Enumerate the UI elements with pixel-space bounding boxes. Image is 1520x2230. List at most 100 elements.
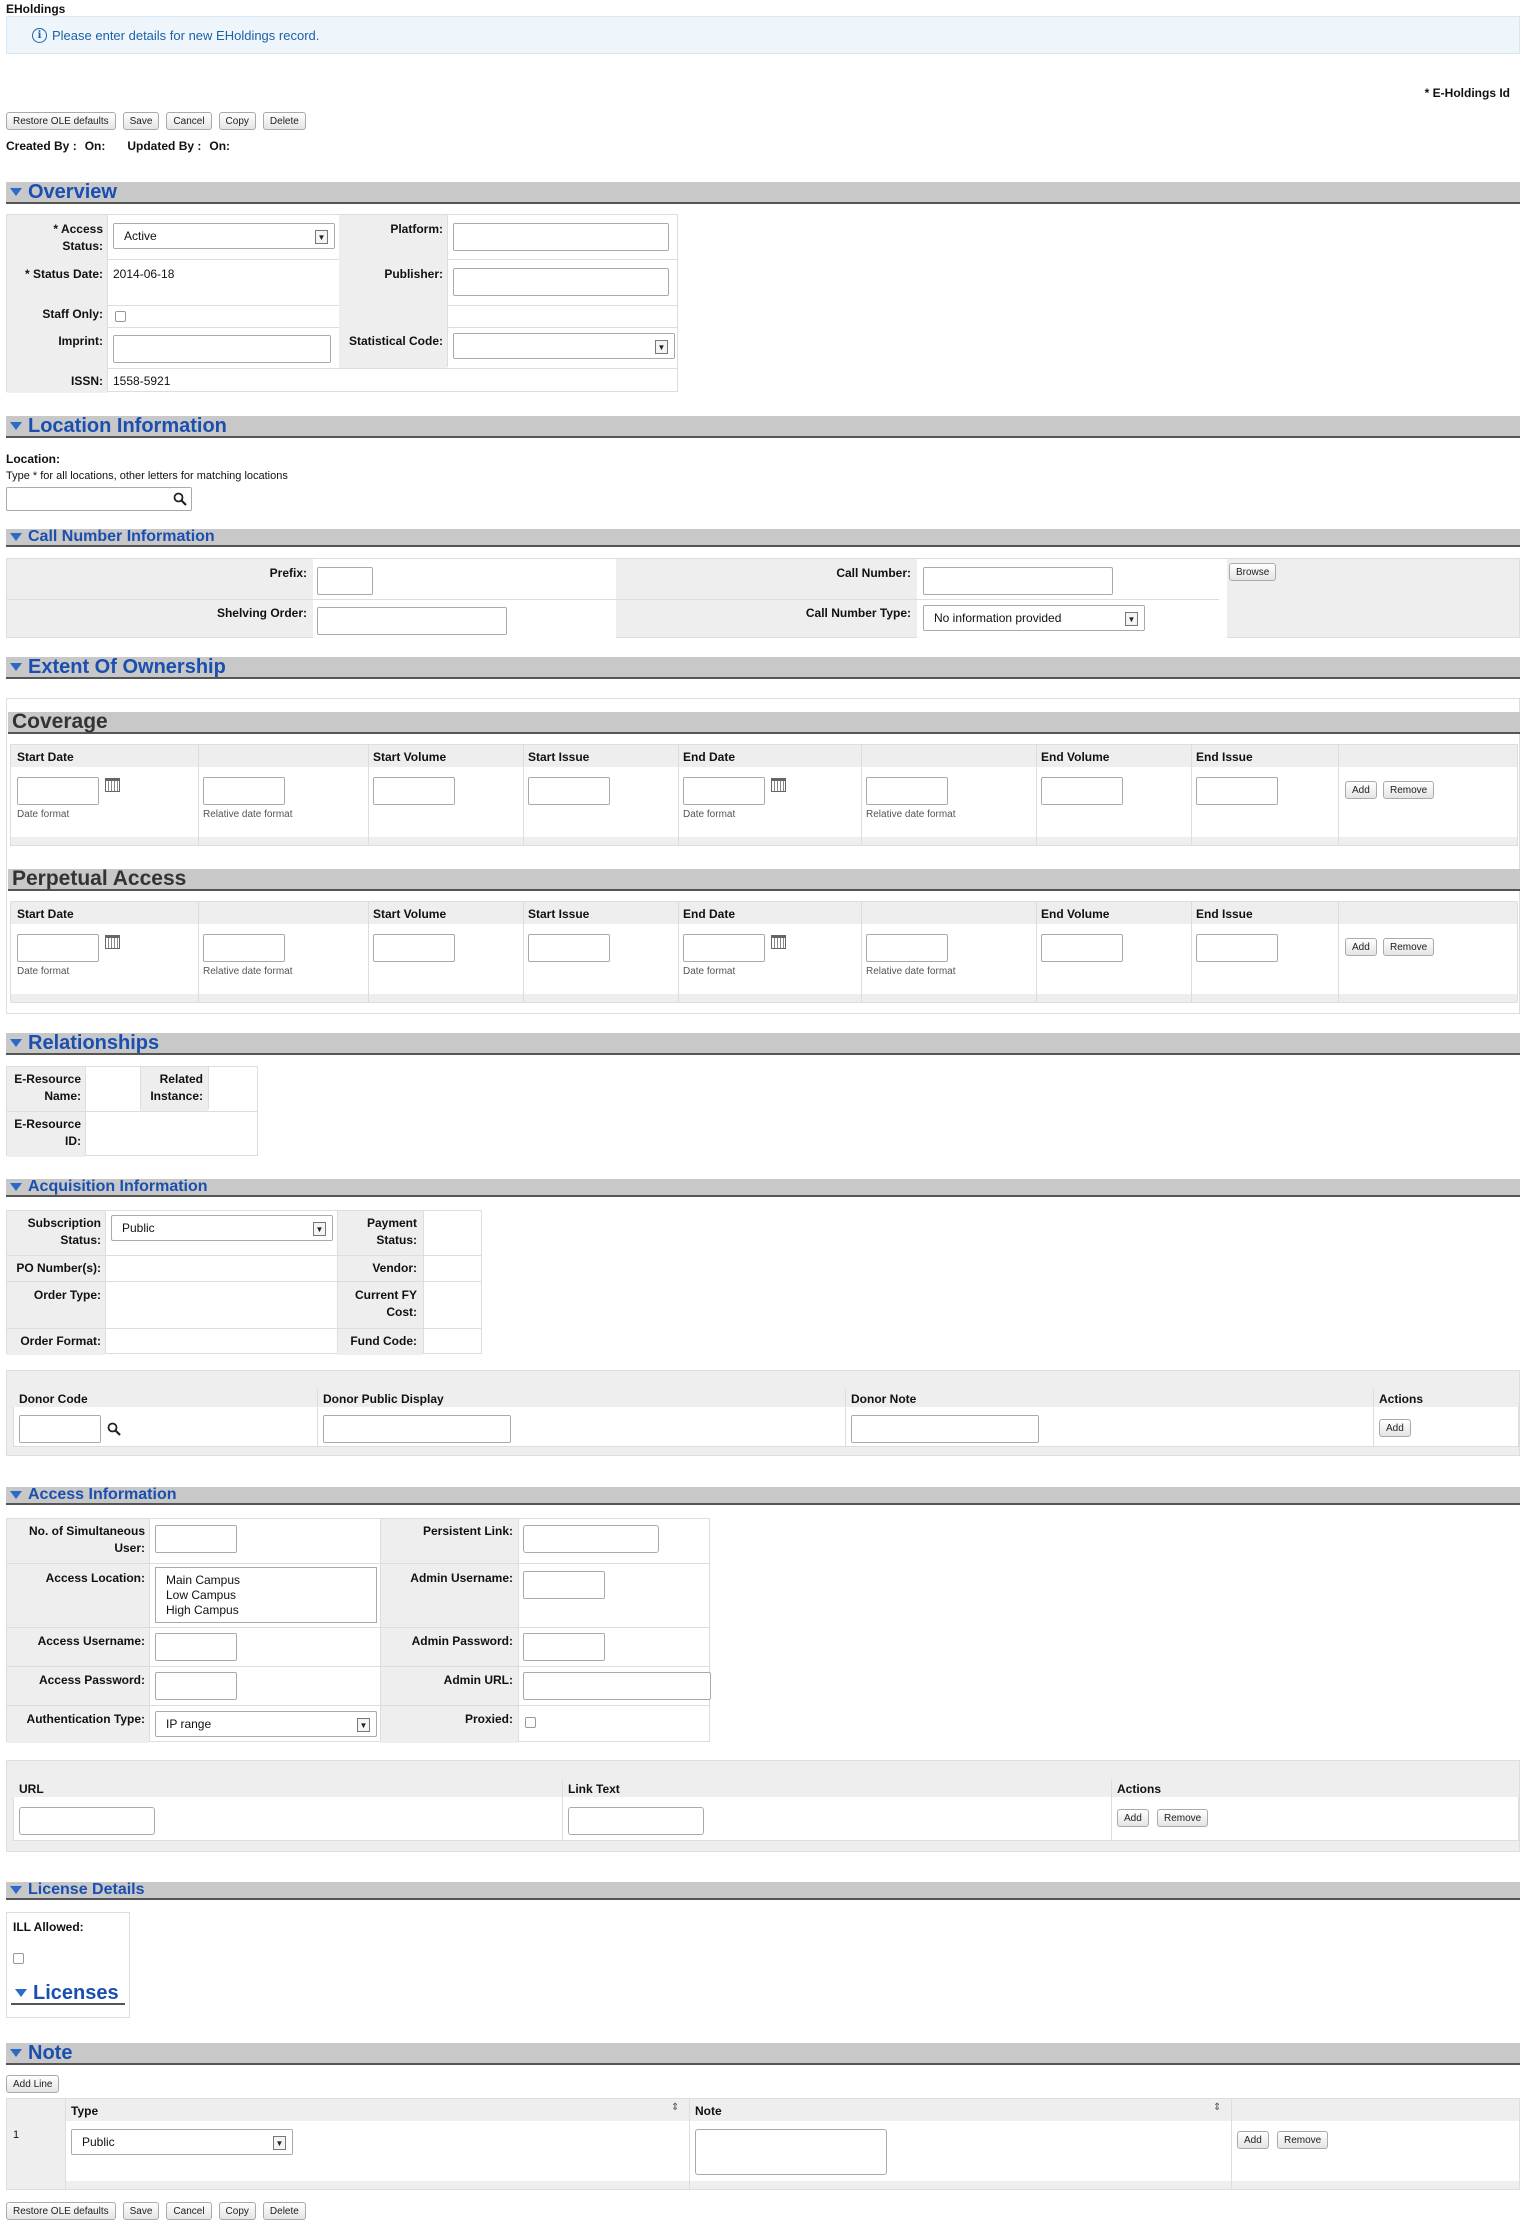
sort-icon[interactable]: ⇕: [1213, 2102, 1221, 2113]
staff-only-checkbox[interactable]: [115, 311, 126, 322]
info-banner: i Please enter details for new EHoldings…: [6, 16, 1520, 54]
admin-password-input[interactable]: [523, 1633, 605, 1661]
coverage-end-volume-input[interactable]: [1041, 777, 1123, 805]
shelving-order-label: Shelving Order:: [216, 606, 307, 620]
perpetual-remove-button[interactable]: Remove: [1383, 938, 1435, 956]
perpetual-start-volume-input[interactable]: [373, 934, 455, 962]
note-remove-button[interactable]: Remove: [1277, 2131, 1329, 2149]
calendar-icon[interactable]: [771, 778, 786, 792]
add-line-button[interactable]: Add Line: [6, 2075, 60, 2093]
access-location-option[interactable]: Main Campus: [166, 1573, 366, 1588]
perpetual-end-date-input[interactable]: [683, 934, 765, 962]
coverage-remove-button[interactable]: Remove: [1383, 781, 1435, 799]
restore-defaults-button[interactable]: Restore OLE defaults: [6, 2202, 116, 2220]
coverage-start-volume-input[interactable]: [373, 777, 455, 805]
prefix-input[interactable]: [317, 567, 373, 595]
coverage-add-button[interactable]: Add: [1345, 781, 1377, 799]
access-section-header[interactable]: Access Information: [6, 1486, 1520, 1505]
platform-input[interactable]: [453, 223, 669, 251]
callnumber-section-header[interactable]: Call Number Information: [6, 528, 1520, 547]
admin-url-input[interactable]: [523, 1672, 711, 1700]
authentication-type-select[interactable]: IP range ▼: [155, 1711, 377, 1737]
overview-section-header[interactable]: Overview: [6, 181, 1520, 204]
subscription-status-select[interactable]: Public ▼: [111, 1215, 333, 1241]
simultaneous-user-input[interactable]: [155, 1525, 237, 1553]
copy-button[interactable]: Copy: [218, 2202, 256, 2220]
callnumber-panel: Prefix: Call Number: Browse Shelving Ord…: [6, 558, 1520, 639]
publisher-input[interactable]: [453, 268, 669, 296]
note-add-button[interactable]: Add: [1237, 2131, 1269, 2149]
browse-button[interactable]: Browse: [1229, 563, 1277, 581]
perpetual-start-issue-input[interactable]: [528, 934, 610, 962]
collapse-triangle-icon: [15, 1989, 27, 1997]
note-textarea[interactable]: [695, 2129, 887, 2175]
note-note-col[interactable]: Note: [695, 2104, 722, 2118]
donor-public-input[interactable]: [323, 1415, 511, 1443]
note-section-header[interactable]: Note: [6, 2042, 1520, 2065]
donor-panel: Donor Code Donor Public Display Donor No…: [6, 1370, 1520, 1456]
note-type-col[interactable]: Type: [71, 2104, 98, 2118]
save-button[interactable]: Save: [122, 112, 160, 130]
calendar-icon[interactable]: [105, 935, 120, 949]
license-section-header[interactable]: License Details: [6, 1881, 1520, 1900]
coverage-end-relative-input[interactable]: [866, 777, 948, 805]
access-location-option[interactable]: Low Campus: [166, 1588, 366, 1603]
licenses-subheader[interactable]: Licenses: [11, 1982, 125, 2005]
proxied-checkbox[interactable]: [525, 1717, 536, 1728]
shelving-order-input[interactable]: [317, 607, 507, 635]
perpetual-end-volume-input[interactable]: [1041, 934, 1123, 962]
sort-icon[interactable]: ⇕: [671, 2102, 679, 2113]
call-number-type-select[interactable]: No information provided ▼: [923, 605, 1145, 631]
coverage-start-relative-input[interactable]: [203, 777, 285, 805]
admin-username-input[interactable]: [523, 1571, 605, 1599]
coverage-start-issue-input[interactable]: [528, 777, 610, 805]
relationships-section-header[interactable]: Relationships: [6, 1032, 1520, 1055]
cancel-button[interactable]: Cancel: [166, 2202, 212, 2220]
statistical-code-select[interactable]: ▼: [453, 333, 675, 359]
issn-value: 1558-5921: [113, 374, 171, 388]
url-remove-button[interactable]: Remove: [1157, 1809, 1209, 1827]
dropdown-arrow-icon: ▼: [655, 340, 668, 354]
calendar-icon[interactable]: [771, 935, 786, 949]
donor-note-input[interactable]: [851, 1415, 1039, 1443]
perpetual-start-date-input[interactable]: [17, 934, 99, 962]
delete-button[interactable]: Delete: [262, 112, 306, 130]
search-icon[interactable]: [107, 1422, 121, 1436]
access-username-input[interactable]: [155, 1633, 237, 1661]
restore-defaults-button[interactable]: Restore OLE defaults: [6, 112, 116, 130]
location-input[interactable]: [6, 487, 192, 511]
coverage-end-issue-input[interactable]: [1196, 777, 1278, 805]
copy-button[interactable]: Copy: [218, 112, 256, 130]
calendar-icon[interactable]: [105, 778, 120, 792]
ill-allowed-checkbox[interactable]: [13, 1953, 24, 1964]
call-number-input[interactable]: [923, 567, 1113, 595]
access-location-option[interactable]: High Campus: [166, 1603, 366, 1618]
perpetual-end-issue-input[interactable]: [1196, 934, 1278, 962]
access-location-listbox[interactable]: Main Campus Low Campus High Campus: [155, 1567, 377, 1623]
donor-add-button[interactable]: Add: [1379, 1419, 1411, 1437]
location-section-header[interactable]: Location Information: [6, 415, 1520, 438]
delete-button[interactable]: Delete: [262, 2202, 306, 2220]
acquisition-section-header[interactable]: Acquisition Information: [6, 1178, 1520, 1197]
cancel-button[interactable]: Cancel: [166, 112, 212, 130]
access-status-select[interactable]: Active ▼: [113, 223, 335, 249]
relative-format-hint: Relative date format: [866, 809, 956, 820]
coverage-start-date-input[interactable]: [17, 777, 99, 805]
dropdown-arrow-icon: ▼: [357, 1718, 370, 1732]
perpetual-end-relative-input[interactable]: [866, 934, 948, 962]
persistent-link-textarea[interactable]: [523, 1525, 659, 1553]
search-icon[interactable]: [173, 492, 187, 506]
donor-code-input[interactable]: [19, 1415, 101, 1443]
coverage-end-date-input[interactable]: [683, 777, 765, 805]
url-textarea[interactable]: [19, 1807, 155, 1835]
perpetual-start-relative-input[interactable]: [203, 934, 285, 962]
extent-section-header[interactable]: Extent Of Ownership: [6, 656, 1520, 679]
link-text-textarea[interactable]: [568, 1807, 704, 1835]
perpetual-col-end-date: End Date: [683, 907, 736, 921]
perpetual-add-button[interactable]: Add: [1345, 938, 1377, 956]
imprint-input[interactable]: [113, 335, 331, 363]
note-type-select[interactable]: Public ▼: [71, 2129, 293, 2155]
save-button[interactable]: Save: [122, 2202, 160, 2220]
url-add-button[interactable]: Add: [1117, 1809, 1149, 1827]
access-password-input[interactable]: [155, 1672, 237, 1700]
